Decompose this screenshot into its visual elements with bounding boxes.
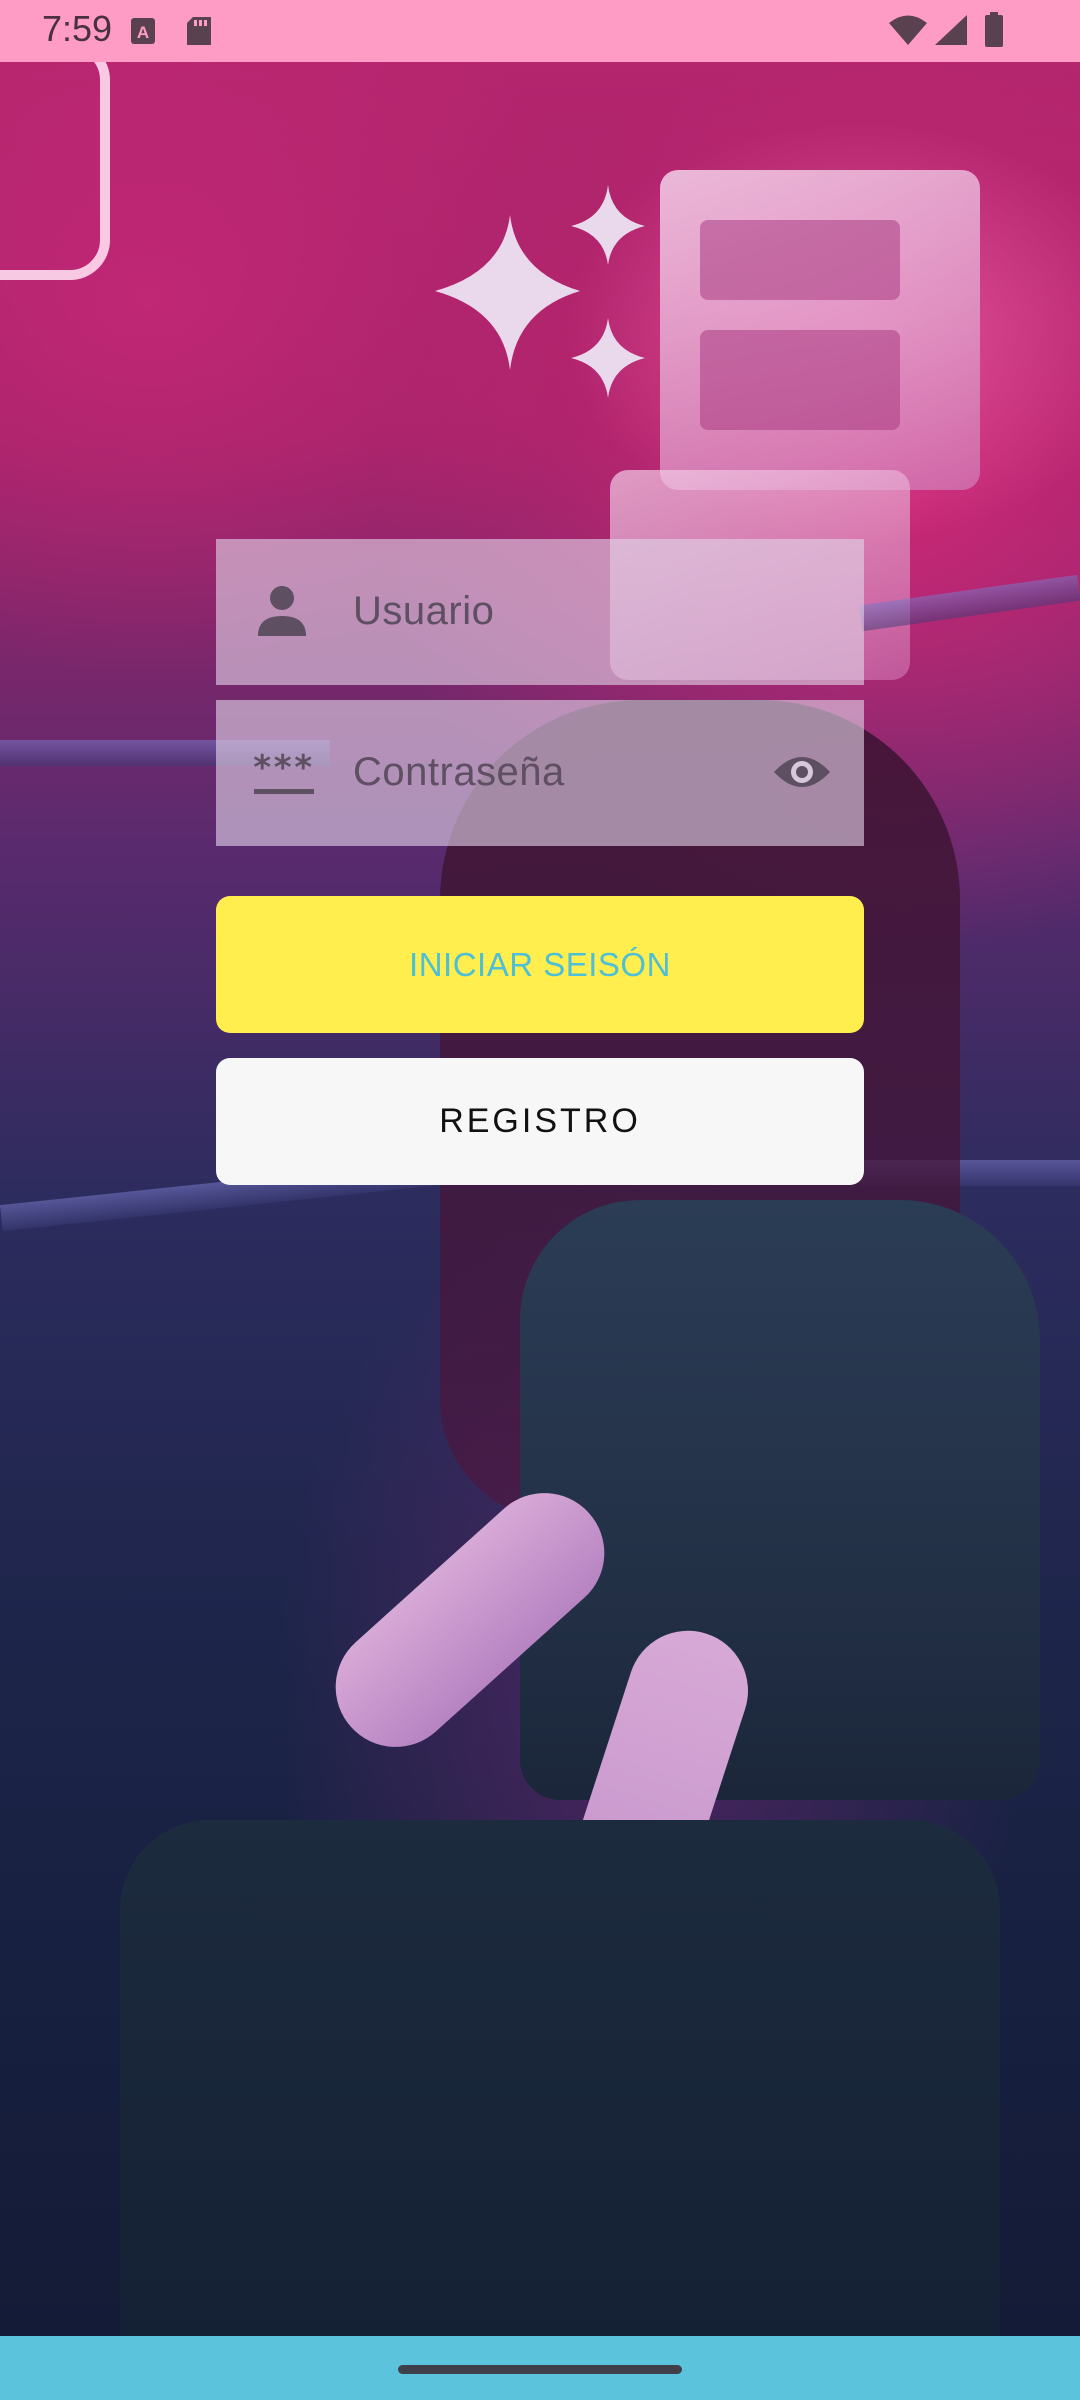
- password-icon: ***: [252, 745, 314, 801]
- login-screen: 7:59 A Usuario *** Contraseña INICIAR SE…: [0, 0, 1080, 2400]
- login-button-label: INICIAR SEISÓN: [409, 946, 671, 983]
- wifi-icon: [888, 14, 928, 51]
- password-placeholder: Contraseña: [353, 750, 565, 794]
- status-bar: 7:59 A: [0, 0, 1080, 62]
- retro-computer: [660, 170, 980, 490]
- username-placeholder: Usuario: [353, 589, 495, 633]
- svg-text:A: A: [137, 23, 149, 42]
- login-button[interactable]: INICIAR SEISÓN: [216, 896, 864, 1033]
- cellular-signal-icon: [934, 14, 968, 51]
- status-time: 7:59: [42, 8, 113, 49]
- username-field[interactable]: Usuario: [216, 539, 864, 685]
- figure-legs: [120, 1820, 1000, 2360]
- neon-sign: [0, 40, 110, 280]
- battery-icon: [984, 12, 1004, 53]
- svg-text:***: ***: [252, 748, 313, 788]
- sparkles-icon: [430, 180, 650, 405]
- eye-icon[interactable]: [772, 750, 832, 794]
- register-button-label: REGISTRO: [439, 1102, 641, 1140]
- home-gesture-handle[interactable]: [398, 2365, 682, 2374]
- figure-body: [520, 1200, 1040, 1800]
- register-button[interactable]: REGISTRO: [216, 1058, 864, 1185]
- text-notification-icon: A: [130, 16, 156, 51]
- password-field[interactable]: *** Contraseña: [216, 700, 864, 846]
- person-icon: [252, 584, 312, 640]
- sd-card-icon: [186, 16, 212, 51]
